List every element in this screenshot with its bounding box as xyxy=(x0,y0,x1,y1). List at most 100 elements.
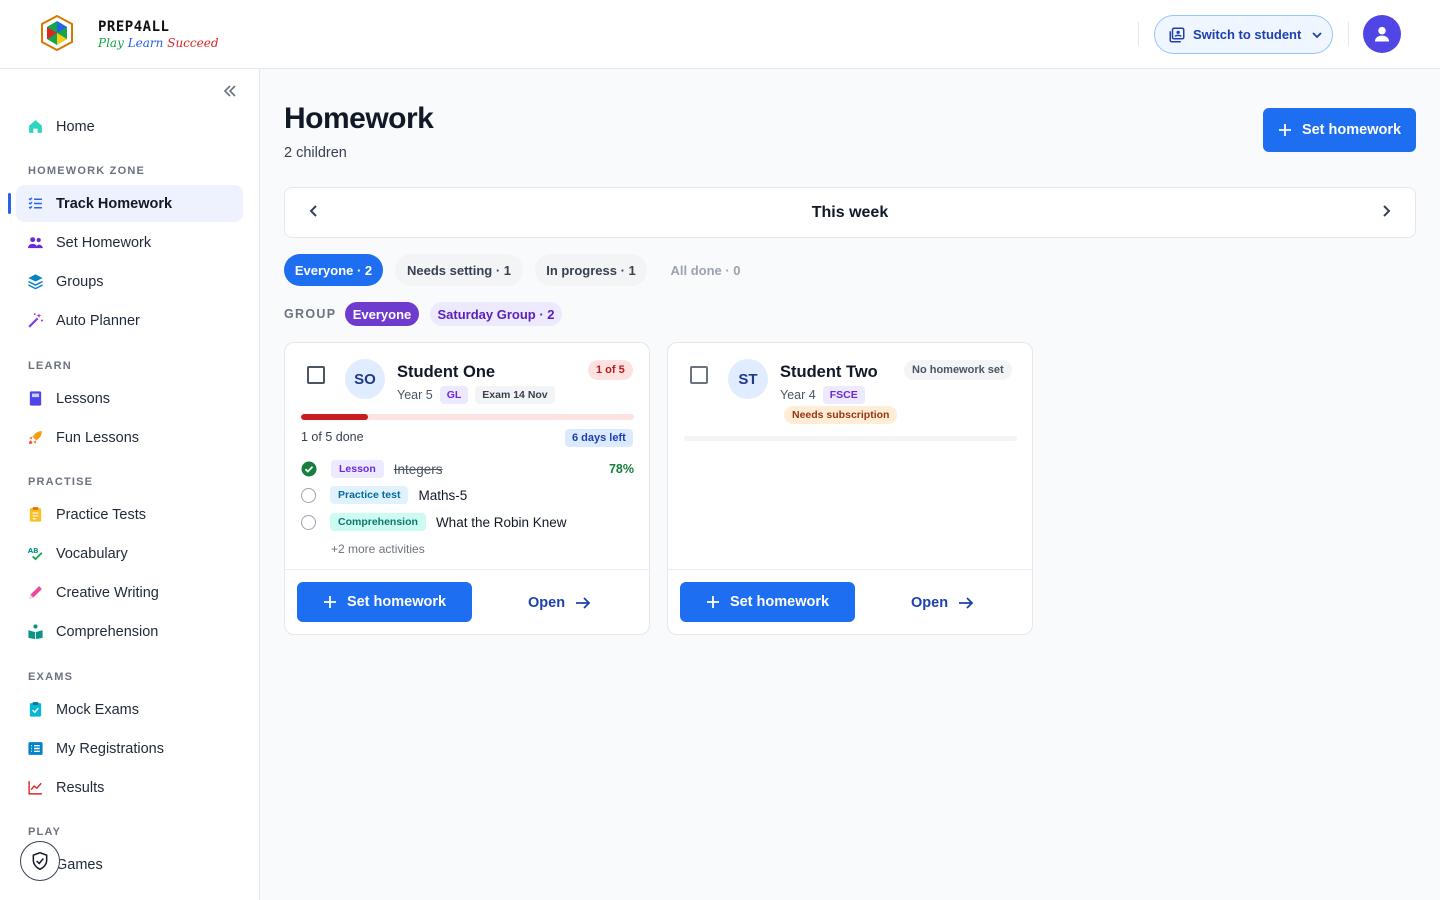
sidebar-item-mock-exams[interactable]: Mock Exams xyxy=(16,691,243,728)
open-student-link[interactable]: Open xyxy=(528,595,591,611)
sidebar-item-track-homework[interactable]: Track Homework xyxy=(8,185,243,222)
activity-score: 78% xyxy=(608,462,634,476)
days-left-badge: 6 days left xyxy=(565,429,633,447)
activity-title: Maths-5 xyxy=(418,487,468,503)
pencil-icon xyxy=(27,584,44,601)
group-chip-saturday[interactable]: Saturday Group · 2 xyxy=(430,302,562,326)
sidebar-item-creative-writing[interactable]: Creative Writing xyxy=(16,574,243,611)
chart-line-icon xyxy=(27,779,44,796)
section-title-practise: PRACTISE xyxy=(28,476,94,488)
plus-icon xyxy=(1278,124,1291,136)
page-title: Homework xyxy=(284,102,434,135)
filter-in-progress[interactable]: In progress · 1 xyxy=(535,254,647,286)
magic-wand-icon xyxy=(27,312,44,329)
layers-icon xyxy=(27,273,44,290)
checklist-icon xyxy=(27,195,44,212)
activity-item[interactable]: Comprehension What the Robin Knew xyxy=(301,513,634,531)
next-week-button[interactable] xyxy=(1379,202,1393,225)
student-meta: Year 5 GL Exam 14 Nov xyxy=(397,386,555,404)
rocket-icon xyxy=(27,429,44,446)
list-icon xyxy=(27,740,44,757)
activity-type-tag: Comprehension xyxy=(330,513,426,531)
logo-title: PREP4ALL xyxy=(98,19,170,35)
arrow-right-icon xyxy=(576,597,591,609)
sidebar-item-fun-lessons[interactable]: Fun Lessons xyxy=(16,419,243,456)
clipboard-icon xyxy=(27,506,44,523)
student-card: SO Student One Year 5 GL Exam 14 Nov 1 o… xyxy=(284,342,650,635)
divider xyxy=(1138,22,1139,46)
sidebar-item-home[interactable]: Home xyxy=(16,108,243,145)
activity-title: Integers xyxy=(393,461,443,477)
reader-icon xyxy=(27,623,44,640)
filter-needs-setting[interactable]: Needs setting · 1 xyxy=(395,254,523,286)
empty-circle-icon xyxy=(301,514,316,530)
status-badge: 1 of 5 xyxy=(588,360,633,380)
done-count: 1 of 5 done xyxy=(301,430,364,444)
open-student-link[interactable]: Open xyxy=(911,595,974,611)
logo-mark-icon xyxy=(41,14,73,52)
privacy-shield-button[interactable] xyxy=(20,841,60,881)
exam-board-tag: GL xyxy=(439,386,469,404)
svg-text:AB: AB xyxy=(28,546,39,555)
select-student-checkbox[interactable] xyxy=(690,366,708,384)
sidebar: Home HOMEWORK ZONE Track Homework Set Ho… xyxy=(0,69,260,900)
student-name[interactable]: Student Two xyxy=(780,363,878,382)
arrow-right-icon xyxy=(959,597,974,609)
sidebar-item-results[interactable]: Results xyxy=(16,769,243,806)
empty-circle-icon xyxy=(301,487,316,503)
more-activities-link[interactable]: +2 more activities xyxy=(331,542,425,556)
section-title-exams: EXAMS xyxy=(28,671,74,683)
user-icon xyxy=(1374,26,1390,42)
select-student-checkbox[interactable] xyxy=(307,366,325,384)
page-subtitle: 2 children xyxy=(284,145,347,161)
chevron-right-icon xyxy=(1383,205,1391,217)
activity-item[interactable]: Practice test Maths-5 xyxy=(301,486,634,504)
activity-title: What the Robin Knew xyxy=(435,514,567,530)
filter-everyone[interactable]: Everyone · 2 xyxy=(284,254,383,286)
subscription-badge: Needs subscription xyxy=(784,406,898,424)
section-title-homework-zone: HOMEWORK ZONE xyxy=(28,165,146,177)
group-label: GROUP xyxy=(284,307,337,321)
switch-to-student-button[interactable]: Switch to student xyxy=(1154,15,1333,54)
exam-date-tag: Exam 14 Nov xyxy=(475,386,555,404)
activity-type-tag: Practice test xyxy=(330,486,409,504)
shield-check-icon xyxy=(32,851,48,871)
sidebar-item-auto-planner[interactable]: Auto Planner xyxy=(16,302,243,339)
users-icon xyxy=(27,234,44,251)
filter-all-done[interactable]: All done · 0 xyxy=(659,254,752,286)
plus-icon xyxy=(323,596,336,608)
student-name[interactable]: Student One xyxy=(397,363,495,382)
user-avatar[interactable] xyxy=(1363,15,1401,53)
collapse-sidebar-icon[interactable] xyxy=(222,83,238,104)
activity-item[interactable]: Lesson Integers 78% xyxy=(301,460,634,478)
divider xyxy=(1348,22,1349,46)
sidebar-item-set-homework[interactable]: Set Homework xyxy=(16,224,243,261)
switch-account-icon xyxy=(1169,27,1185,42)
sidebar-item-lessons[interactable]: Lessons xyxy=(16,380,243,417)
book-icon xyxy=(27,390,44,407)
set-homework-button[interactable]: Set homework xyxy=(680,582,855,622)
set-homework-button[interactable]: Set homework xyxy=(1263,108,1416,152)
set-homework-button[interactable]: Set homework xyxy=(297,582,472,622)
card-divider xyxy=(668,569,1032,570)
group-chip-everyone[interactable]: Everyone xyxy=(345,302,419,326)
section-title-learn: LEARN xyxy=(28,360,72,372)
sidebar-item-my-registrations[interactable]: My Registrations xyxy=(16,730,243,767)
top-bar: PREP4ALL Play Learn Succeed Switch to st… xyxy=(0,0,1440,69)
home-icon xyxy=(27,118,44,135)
sidebar-item-practice-tests[interactable]: Practice Tests xyxy=(16,496,243,533)
sidebar-item-comprehension[interactable]: Comprehension xyxy=(16,613,243,650)
student-avatar: ST xyxy=(728,359,768,399)
section-title-play: PLAY xyxy=(28,826,62,838)
activity-type-tag: Lesson xyxy=(331,460,384,478)
spellcheck-icon: AB xyxy=(27,545,44,562)
week-label: This week xyxy=(811,204,889,221)
student-card: ST Student Two Year 4 FSCE No homework s… xyxy=(667,342,1033,635)
app-logo[interactable]: PREP4ALL Play Learn Succeed xyxy=(38,14,219,54)
check-circle-icon xyxy=(301,461,317,477)
sidebar-item-vocabulary[interactable]: AB Vocabulary xyxy=(16,535,243,572)
exam-board-tag: FSCE xyxy=(822,386,865,404)
plus-icon xyxy=(706,596,719,608)
card-divider xyxy=(285,569,649,570)
sidebar-item-groups[interactable]: Groups xyxy=(16,263,243,300)
